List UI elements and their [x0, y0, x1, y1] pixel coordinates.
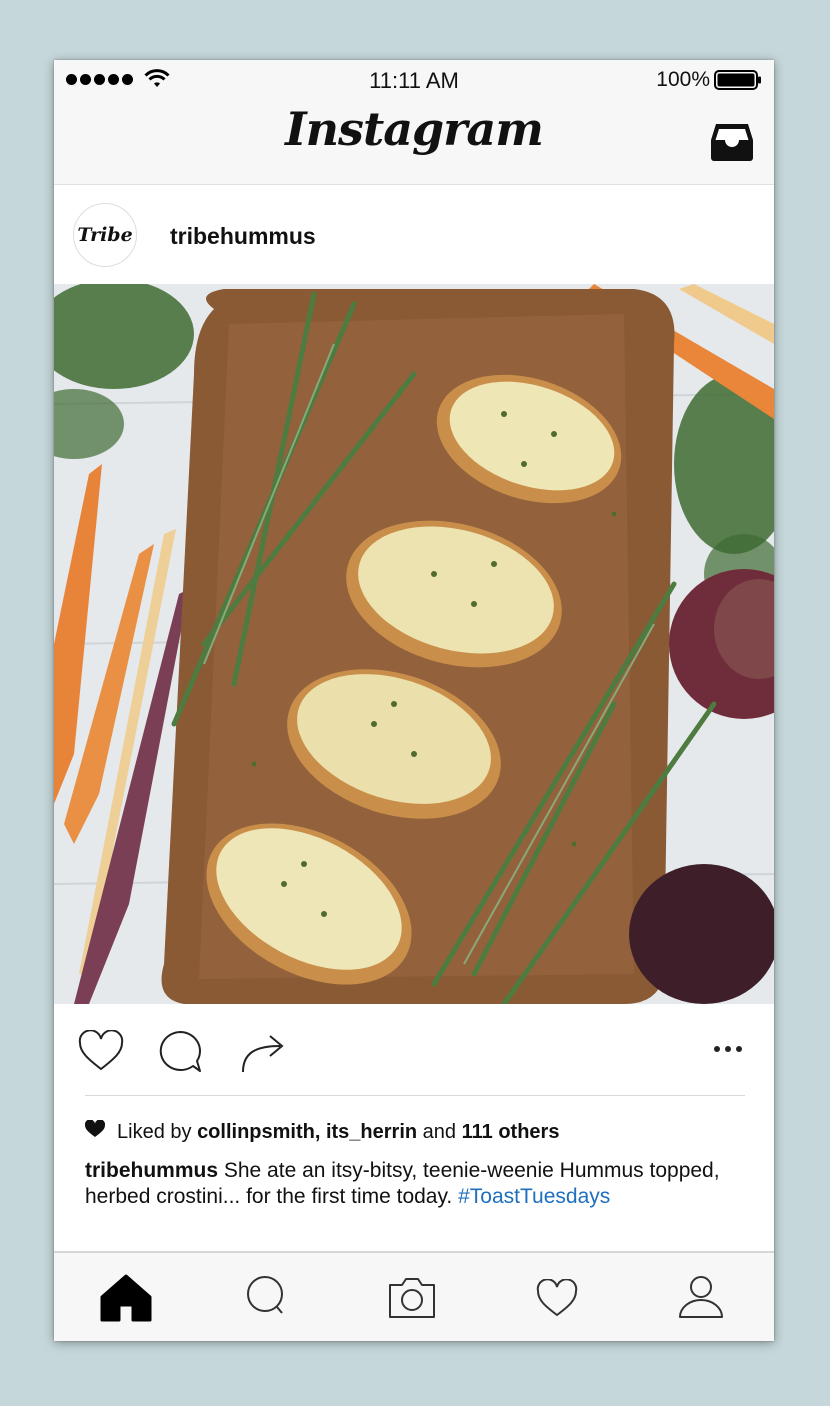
post-username[interactable]: tribehummus	[170, 223, 316, 250]
comment-bubble-icon[interactable]	[158, 1030, 202, 1079]
likes-joiner: and	[422, 1120, 457, 1143]
top-bar: 11:11 AM 100% Instagram	[54, 60, 774, 185]
app-logo: Instagram	[285, 102, 544, 156]
camera-icon[interactable]	[388, 1277, 436, 1324]
caption-username[interactable]: tribehummus	[85, 1159, 218, 1182]
heart-filled-icon	[84, 1119, 106, 1144]
likes-prefix: Liked by	[117, 1120, 192, 1143]
share-arrow-icon[interactable]	[240, 1032, 286, 1079]
profile-icon[interactable]	[678, 1275, 724, 1324]
post-header: Tribe tribehummus	[54, 185, 774, 284]
battery-percent: 100%	[656, 68, 710, 91]
likes-users[interactable]: collinpsmith, its_herrin	[197, 1121, 417, 1144]
caption-hashtag[interactable]: #ToastTuesdays	[458, 1185, 610, 1208]
post-photo[interactable]	[54, 284, 774, 1004]
post-caption: tribehummus She ate an itsy-bitsy, teeni…	[85, 1158, 765, 1210]
home-icon[interactable]	[100, 1273, 152, 1328]
search-icon[interactable]	[246, 1275, 286, 1322]
divider	[85, 1095, 745, 1096]
heart-outline-icon[interactable]	[78, 1029, 124, 1077]
likes-line: Liked by collinpsmith, its_herrin and 11…	[84, 1119, 560, 1144]
post-actions	[54, 1004, 774, 1096]
avatar[interactable]: Tribe	[73, 203, 137, 267]
heart-icon[interactable]	[536, 1278, 578, 1322]
phone-frame: 11:11 AM 100% Instagram Tribe tribehummu…	[54, 60, 774, 1341]
likes-others[interactable]: 111 others	[462, 1121, 560, 1144]
battery-icon	[714, 70, 762, 95]
more-dots-icon[interactable]	[714, 1046, 742, 1052]
bottom-tab-bar	[54, 1251, 774, 1341]
status-bar: 11:11 AM 100%	[54, 60, 774, 100]
inbox-tray-icon[interactable]	[710, 122, 754, 167]
